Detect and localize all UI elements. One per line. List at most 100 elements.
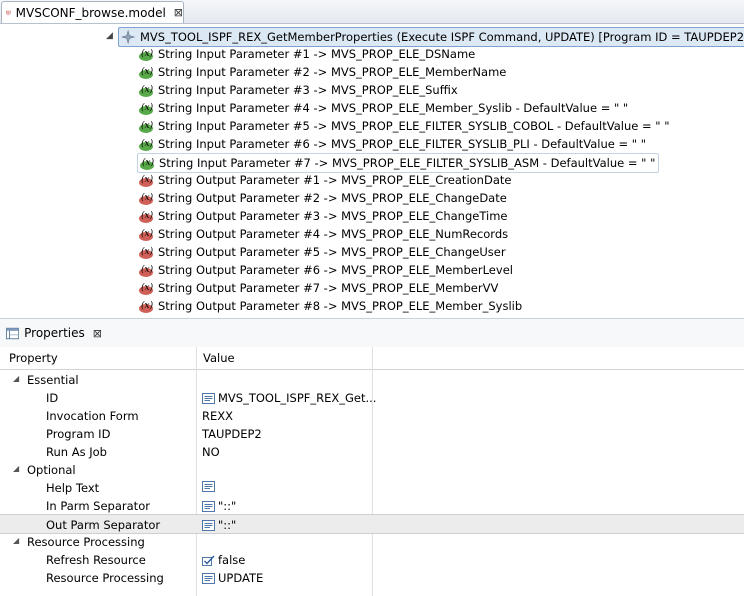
svg-text:(x): (x) bbox=[141, 66, 154, 77]
tree-parameter-node[interactable]: (x) String Output Parameter #7 -> MVS_PRO… bbox=[137, 279, 498, 297]
svg-text:(x): (x) bbox=[141, 120, 154, 131]
tree-parameter-node[interactable]: (x) String Input Parameter #4 -> MVS_PROP… bbox=[137, 99, 628, 117]
tree-parameter-label: String Output Parameter #2 -> MVS_PROP_E… bbox=[158, 191, 507, 205]
svg-text:(x): (x) bbox=[141, 300, 154, 311]
property-grid: Property Value ◢ Essential ID MVS_TOOL_I… bbox=[0, 347, 744, 596]
model-tree: ◢ MVS_TOOL_ISPF_REX_GetMemberProperties … bbox=[0, 24, 744, 314]
svg-text:(x): (x) bbox=[141, 210, 154, 221]
property-value[interactable]: REXX bbox=[202, 409, 233, 423]
tree-parameter-node[interactable]: (x) String Input Parameter #6 -> MVS_PROP… bbox=[137, 135, 646, 153]
model-file-icon bbox=[6, 10, 11, 15]
svg-text:(x): (x) bbox=[141, 192, 154, 203]
text-value-icon bbox=[202, 519, 215, 531]
property-value[interactable]: "::" bbox=[202, 499, 236, 513]
tree-parameter-node[interactable]: (x) String Input Parameter #5 -> MVS_PROP… bbox=[137, 117, 670, 135]
svg-text:(x): (x) bbox=[141, 84, 154, 95]
tree-parameter-node[interactable]: (x) String Output Parameter #5 -> MVS_PRO… bbox=[137, 243, 506, 261]
properties-tabbar: Properties ⊠ bbox=[0, 318, 744, 347]
tree-parameter-node[interactable]: (x) String Input Parameter #2 -> MVS_PROP… bbox=[137, 63, 506, 81]
property-row-refresh-resource[interactable]: Refresh Resource false bbox=[0, 551, 744, 569]
tree-parameter-label: String Output Parameter #6 -> MVS_PROP_E… bbox=[158, 263, 513, 277]
variable-output-icon: (x) bbox=[139, 282, 154, 295]
property-value[interactable]: NO bbox=[202, 445, 220, 459]
variable-input-icon: (x) bbox=[139, 120, 154, 133]
variable-output-icon: (x) bbox=[139, 228, 154, 241]
tree-parameter-label: String Output Parameter #1 -> MVS_PROP_E… bbox=[158, 173, 512, 187]
variable-input-icon: (x) bbox=[139, 66, 154, 79]
tree-parameter-label: String Output Parameter #5 -> MVS_PROP_E… bbox=[158, 245, 506, 259]
tree-parameter-node[interactable]: (x) String Output Parameter #1 -> MVS_PRO… bbox=[137, 171, 511, 189]
svg-text:(x): (x) bbox=[141, 138, 154, 149]
chevron-down-icon[interactable]: ◢ bbox=[106, 31, 113, 41]
chevron-down-icon[interactable]: ◢ bbox=[13, 374, 19, 383]
editor-tab[interactable]: MVSCONF_browse.model ⊠ bbox=[1, 1, 184, 23]
variable-output-icon: (x) bbox=[139, 210, 154, 223]
text-value-icon bbox=[202, 481, 215, 492]
tree-parameter-label: String Output Parameter #7 -> MVS_PROP_E… bbox=[158, 281, 499, 295]
property-row-invocation-form[interactable]: Invocation Form REXX bbox=[0, 407, 744, 425]
value-column-header[interactable]: Value bbox=[203, 351, 235, 365]
variable-output-icon: (x) bbox=[139, 192, 154, 205]
svg-text:(x): (x) bbox=[141, 102, 154, 113]
property-value[interactable] bbox=[202, 481, 218, 492]
tree-parameter-node[interactable]: (x) String Output Parameter #6 -> MVS_PRO… bbox=[137, 261, 513, 279]
tree-root-node[interactable]: MVS_TOOL_ISPF_REX_GetMemberProperties (E… bbox=[118, 27, 744, 47]
property-name: Program ID bbox=[46, 427, 111, 441]
tree-parameter-label: String Input Parameter #2 -> MVS_PROP_EL… bbox=[158, 65, 507, 79]
properties-tab[interactable]: Properties ⊠ bbox=[2, 321, 102, 345]
svg-text:(x): (x) bbox=[141, 282, 154, 293]
variable-input-icon: (x) bbox=[139, 48, 154, 61]
variable-output-icon: (x) bbox=[139, 264, 154, 277]
tree-parameter-label: String Input Parameter #6 -> MVS_PROP_EL… bbox=[158, 137, 647, 151]
text-value-icon bbox=[202, 500, 215, 512]
tree-parameter-node[interactable]: (x) String Output Parameter #3 -> MVS_PRO… bbox=[137, 207, 507, 225]
property-row-id[interactable]: ID MVS_TOOL_ISPF_REX_Get... bbox=[0, 389, 744, 407]
editor-tabbar: MVSCONF_browse.model ⊠ bbox=[0, 0, 744, 24]
category-resource-processing[interactable]: ◢ Resource Processing bbox=[0, 533, 744, 551]
variable-input-icon: (x) bbox=[139, 102, 154, 115]
chevron-down-icon[interactable]: ◢ bbox=[13, 464, 19, 473]
property-row-program-id[interactable]: Program ID TAUPDEP2 bbox=[0, 425, 744, 443]
property-column-header[interactable]: Property bbox=[9, 351, 58, 365]
variable-input-icon: (x) bbox=[140, 157, 155, 170]
svg-text:(x): (x) bbox=[141, 264, 154, 275]
chevron-down-icon[interactable]: ◢ bbox=[13, 536, 19, 545]
close-icon[interactable]: ⊠ bbox=[93, 327, 102, 340]
tree-parameter-node[interactable]: (x) String Output Parameter #8 -> MVS_PRO… bbox=[137, 297, 522, 315]
svg-text:(x): (x) bbox=[141, 228, 154, 239]
property-name: Invocation Form bbox=[46, 409, 139, 423]
tool-node-icon bbox=[121, 29, 136, 45]
tree-parameter-node[interactable]: (x) String Output Parameter #2 -> MVS_PRO… bbox=[137, 189, 507, 207]
property-name: Out Parm Separator bbox=[46, 518, 161, 532]
tree-root-label: MVS_TOOL_ISPF_REX_GetMemberProperties (E… bbox=[140, 30, 744, 44]
tree-parameter-node[interactable]: (x) String Output Parameter #4 -> MVS_PRO… bbox=[137, 225, 508, 243]
property-row-run-as-job[interactable]: Run As Job NO bbox=[0, 443, 744, 461]
property-value[interactable]: false bbox=[202, 553, 245, 567]
tree-parameter-node[interactable]: (x) String Input Parameter #1 -> MVS_PROP… bbox=[137, 45, 475, 63]
property-row-resource-processing[interactable]: Resource Processing UPDATE bbox=[0, 569, 744, 587]
text-value-icon bbox=[202, 392, 215, 404]
property-row-help-text[interactable]: Help Text bbox=[0, 479, 744, 497]
property-row-in-parm-separator[interactable]: In Parm Separator "::" bbox=[0, 497, 744, 515]
tree-parameter-label: String Input Parameter #3 -> MVS_PROP_EL… bbox=[158, 83, 458, 97]
close-icon[interactable]: ⊠ bbox=[174, 6, 183, 19]
editor-tab-label: MVSCONF_browse.model bbox=[15, 5, 166, 20]
boolean-value-icon bbox=[202, 555, 215, 566]
svg-text:(x): (x) bbox=[142, 157, 155, 168]
property-row-out-parm-separator[interactable]: Out Parm Separator "::" bbox=[0, 514, 744, 534]
svg-text:(x): (x) bbox=[141, 246, 154, 257]
property-value[interactable]: UPDATE bbox=[202, 571, 263, 585]
property-value[interactable]: "::" bbox=[202, 518, 236, 532]
category-optional[interactable]: ◢ Optional bbox=[0, 461, 744, 479]
properties-view-icon bbox=[6, 327, 20, 339]
tree-parameter-node[interactable]: (x) String Input Parameter #3 -> MVS_PROP… bbox=[137, 81, 458, 99]
svg-text:(x): (x) bbox=[141, 48, 154, 59]
category-label: Resource Processing bbox=[27, 535, 145, 549]
property-value[interactable]: TAUPDEP2 bbox=[202, 427, 262, 441]
tree-parameter-node[interactable]: (x) String Input Parameter #7 -> MVS_PROP… bbox=[137, 153, 660, 173]
tree-parameter-label: String Input Parameter #5 -> MVS_PROP_EL… bbox=[158, 119, 670, 133]
property-name: Run As Job bbox=[46, 445, 107, 459]
category-essential[interactable]: ◢ Essential bbox=[0, 371, 744, 389]
property-value[interactable]: MVS_TOOL_ISPF_REX_Get... bbox=[202, 391, 376, 405]
tree-parameter-label: String Input Parameter #7 -> MVS_PROP_EL… bbox=[159, 156, 656, 170]
